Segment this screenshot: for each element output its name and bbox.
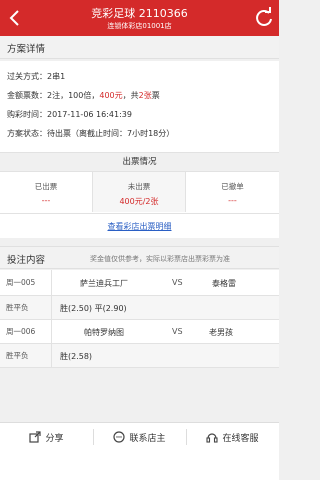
match-row: 周一005 萨兰迪兵工厂 VS 泰格雷 — [0, 270, 279, 296]
cancelled-cell: 已撤单 --- — [186, 172, 279, 212]
pass-label: 过关方式： — [7, 72, 47, 81]
issued-value: --- — [41, 196, 51, 205]
away-team: 老男孩 — [209, 328, 233, 337]
amount-mid: ，共 — [122, 91, 139, 100]
status-label: 方案状态： — [7, 129, 47, 138]
app-header: 竞彩足球 2110366 连锁体彩店01001店 — [0, 0, 279, 36]
amount-row: 金额票数：2注，100倍，400元，共2张票 — [7, 90, 160, 101]
match-row: 周一006 帕特罗纳图 VS 老男孩 — [0, 320, 279, 344]
amount-label: 金额票数： — [7, 91, 47, 100]
vs-label: VS — [172, 327, 183, 336]
refresh-button[interactable] — [251, 4, 277, 32]
status-value: 待出票（离截止时间：7小时18分） — [47, 129, 175, 138]
ticket-detail-link[interactable]: 查看彩店出票明细 — [0, 213, 279, 239]
odds-value: 胜(2.58) — [60, 352, 93, 361]
online-service-button[interactable]: 在线客服 — [186, 423, 279, 451]
match-code: 周一005 — [0, 270, 52, 295]
buy-time-label: 购彩时间： — [7, 110, 47, 119]
pass-row: 过关方式：2串1 — [7, 71, 65, 82]
bet-note: 奖金值仅供参考，实际以彩票店出票彩票为准 — [90, 255, 230, 263]
cancelled-value: --- — [228, 196, 237, 205]
section-title: 方案详情 — [7, 44, 46, 55]
amount-money: 400元 — [99, 91, 123, 100]
pending-cell: 未出票 400元/2张 — [93, 172, 186, 212]
bet-title: 投注内容 — [7, 255, 46, 266]
ticket-status: 出票情况 已出票 --- 未出票 400元/2张 已撤单 --- 查看彩店出票明… — [0, 152, 279, 238]
amount-prefix: 2注，100倍， — [47, 91, 100, 100]
plan-details: 过关方式：2串1 金额票数：2注，100倍，400元，共2张票 购彩时间：201… — [0, 61, 279, 152]
headset-icon — [206, 433, 219, 443]
contact-owner-button[interactable]: 联系店主 — [93, 423, 186, 451]
pending-label: 未出票 — [127, 182, 151, 191]
odds-row: 胜平负 胜(2.50) 平(2.90) — [0, 296, 279, 320]
play-type: 胜平负 — [0, 344, 52, 367]
chat-icon — [113, 431, 126, 443]
refresh-icon — [256, 7, 272, 26]
buy-time-row: 购彩时间：2017-11-06 16:41:39 — [7, 109, 132, 120]
home-team: 帕特罗纳图 — [84, 328, 124, 337]
share-label: 分享 — [45, 433, 64, 444]
contact-label: 联系店主 — [129, 433, 166, 444]
status-row: 方案状态：待出票（离截止时间：7小时18分） — [7, 128, 174, 139]
issued-cell: 已出票 --- — [0, 172, 93, 212]
match-code: 周一006 — [0, 320, 52, 343]
share-icon — [29, 431, 42, 443]
pending-value: 400元/2张 — [119, 197, 159, 206]
ticket-title: 出票情况 — [0, 153, 279, 172]
odds-row: 胜平负 胜(2.58) — [0, 344, 279, 368]
away-team: 泰格雷 — [212, 279, 236, 288]
cancelled-label: 已撤单 — [221, 182, 244, 191]
home-team: 萨兰迪兵工厂 — [80, 279, 128, 288]
issued-label: 已出票 — [34, 182, 58, 191]
bottom-action-bar: 分享 联系店主 在线客服 — [0, 422, 279, 480]
plan-details-header: 方案详情 — [0, 36, 279, 59]
store-name: 连锁体彩店01001店 — [107, 22, 172, 30]
service-label: 在线客服 — [222, 433, 259, 444]
page-title: 竞彩足球 2110366 — [91, 7, 188, 20]
pass-value: 2串1 — [47, 72, 66, 81]
share-button[interactable]: 分享 — [0, 423, 93, 451]
vs-label: VS — [172, 278, 183, 287]
bet-content-header: 投注内容 奖金值仅供参考，实际以彩票店出票彩票为准 — [0, 246, 279, 269]
play-type: 胜平负 — [0, 296, 52, 319]
amount-tickets: 2张 — [138, 91, 152, 100]
buy-time-value: 2017-11-06 16:41:39 — [47, 110, 132, 119]
odds-value: 胜(2.50) 平(2.90) — [60, 304, 127, 313]
amount-suffix: 票 — [151, 91, 160, 100]
